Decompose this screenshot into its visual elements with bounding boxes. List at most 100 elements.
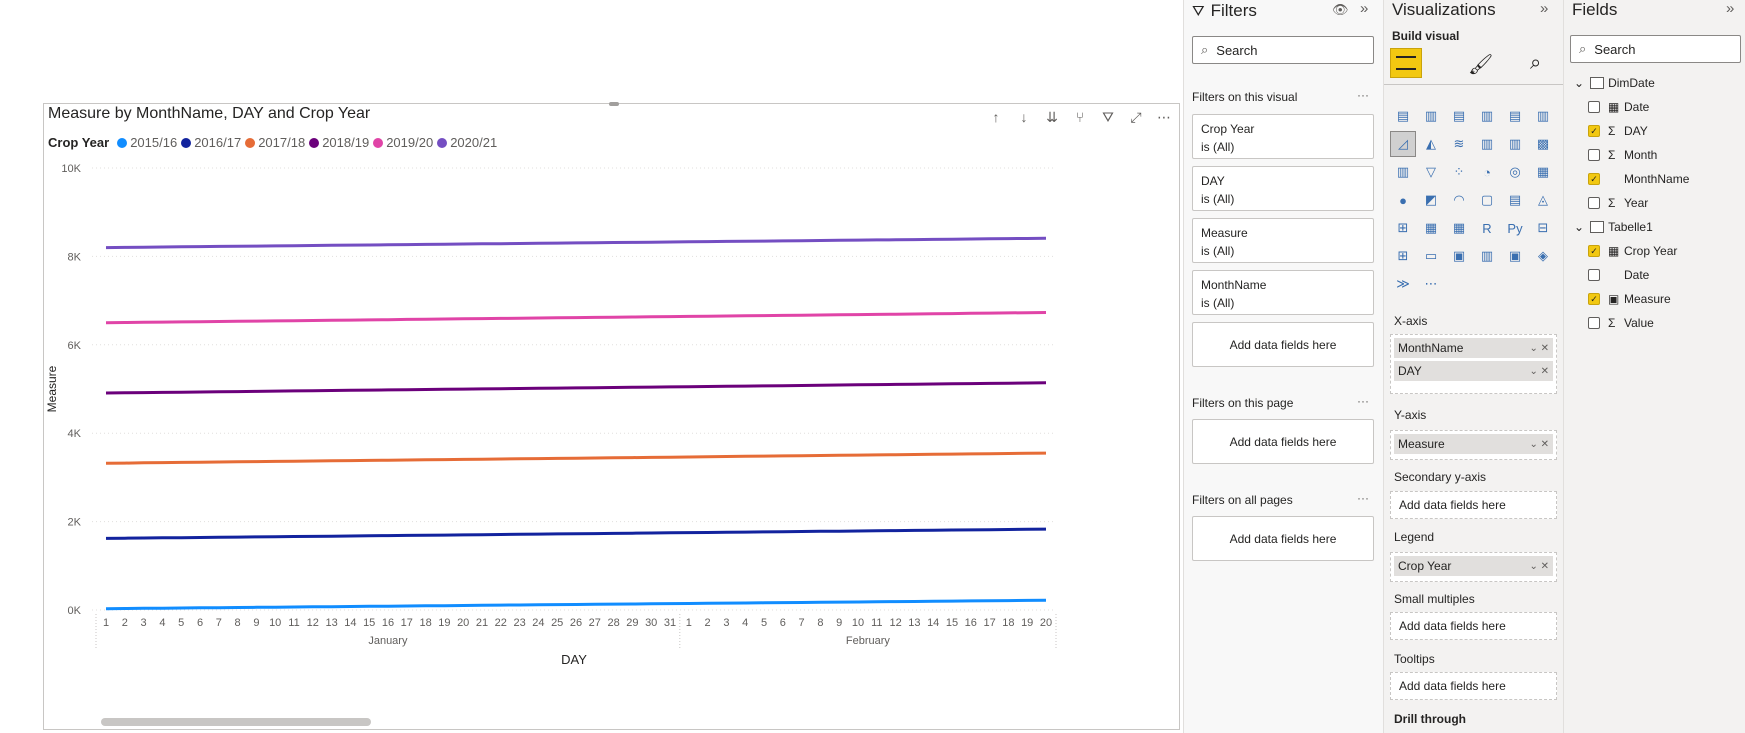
line-chart-visual[interactable]: Measure by MonthName, DAY and Crop Year … [43, 102, 1180, 730]
x-tick-label: 28 [607, 617, 619, 629]
visual-type-icon[interactable]: ▤ [1390, 103, 1416, 129]
chevron-down-icon[interactable]: ⌄ [1574, 76, 1584, 90]
field-item[interactable]: ▦ Date [1588, 98, 1649, 116]
field-item[interactable]: ✓ Σ DAY [1588, 122, 1648, 140]
format-visual-icon[interactable]: 🖌 [1468, 52, 1493, 77]
xaxis-field-day[interactable]: DAY ⌄ ✕ [1394, 361, 1553, 381]
visual-type-icon[interactable]: ▣ [1502, 243, 1528, 269]
visual-type-icon[interactable]: ⊞ [1390, 215, 1416, 241]
visual-type-icon[interactable]: ▤ [1446, 103, 1472, 129]
tooltips-well[interactable]: Add data fields here [1390, 672, 1557, 700]
visual-type-icon[interactable]: ⋯ [1418, 271, 1444, 297]
checkbox[interactable] [1588, 101, 1600, 113]
collapse-pane-icon[interactable]: » [1540, 0, 1548, 17]
visual-type-icon[interactable]: ◬ [1530, 187, 1556, 213]
x-tick-label: 19 [438, 617, 450, 629]
visual-type-icon[interactable]: ▦ [1418, 215, 1444, 241]
visual-type-icon[interactable]: ⊞ [1390, 243, 1416, 269]
x-tick-label: 9 [253, 617, 259, 629]
visual-type-icon[interactable]: ⊟ [1530, 215, 1556, 241]
visual-type-icon[interactable]: ▥ [1474, 103, 1500, 129]
checkbox[interactable] [1588, 317, 1600, 329]
more-options-icon[interactable]: ··· [1357, 491, 1369, 505]
chevron-down-close-icon[interactable]: ⌄ ✕ [1529, 343, 1549, 354]
filter-card-crop-year[interactable]: Crop Year is (All) [1192, 114, 1374, 159]
visual-type-icon[interactable]: ▤ [1502, 187, 1528, 213]
legend-well[interactable]: Crop Year ⌄ ✕ [1390, 552, 1557, 582]
visual-type-icon[interactable]: ◔ [1474, 159, 1500, 185]
xaxis-field-monthname[interactable]: MonthName ⌄ ✕ [1394, 338, 1553, 358]
visual-type-icon[interactable]: ◈ [1530, 243, 1556, 269]
yaxis-well[interactable]: Measure ⌄ ✕ [1390, 430, 1557, 460]
visual-type-icon[interactable]: ▽ [1418, 159, 1444, 185]
more-options-icon[interactable]: ··· [1357, 88, 1369, 102]
visual-type-icon[interactable]: ▣ [1446, 243, 1472, 269]
visual-type-icon[interactable]: ◠ [1446, 187, 1472, 213]
visual-type-icon[interactable]: ▥ [1502, 131, 1528, 157]
visual-type-icon[interactable]: ▥ [1418, 103, 1444, 129]
x-tick-label: 14 [927, 617, 939, 629]
visual-type-icon[interactable]: ● [1390, 187, 1416, 213]
checkbox[interactable] [1588, 197, 1600, 209]
legend-field-crop-year[interactable]: Crop Year ⌄ ✕ [1394, 556, 1553, 576]
field-item[interactable]: ✓ ▦ Crop Year [1588, 242, 1677, 260]
eye-icon[interactable]: 👁 [1332, 2, 1349, 18]
visual-type-icon[interactable]: ▥ [1390, 159, 1416, 185]
chevron-down-close-icon[interactable]: ⌄ ✕ [1529, 561, 1549, 572]
secondary-yaxis-well[interactable]: Add data fields here [1390, 491, 1557, 519]
field-item[interactable]: Σ Value [1588, 314, 1654, 332]
collapse-pane-icon[interactable]: » [1360, 0, 1368, 17]
line-chart-type-icon[interactable]: ◿ [1390, 131, 1416, 157]
field-item[interactable]: ✓ ▣ Measure [1588, 290, 1671, 308]
analytics-icon[interactable]: ⌕ [1530, 52, 1541, 75]
filter-card-measure[interactable]: Measure is (All) [1192, 218, 1374, 263]
filter-card-monthname[interactable]: MonthName is (All) [1192, 270, 1374, 315]
visual-type-icon[interactable]: ▥ [1530, 103, 1556, 129]
visual-type-icon[interactable]: Py [1502, 215, 1528, 241]
visual-type-icon[interactable]: ◭ [1418, 131, 1444, 157]
visual-type-icon[interactable]: ◩ [1418, 187, 1444, 213]
visual-type-icon[interactable]: ▩ [1530, 131, 1556, 157]
visual-type-icon[interactable]: ▤ [1502, 103, 1528, 129]
chevron-down-close-icon[interactable]: ⌄ ✕ [1529, 366, 1549, 377]
field-item[interactable]: ✓ MonthName [1588, 170, 1689, 188]
chevron-down-icon[interactable]: ⌄ [1574, 220, 1584, 234]
checkbox[interactable]: ✓ [1588, 125, 1600, 137]
more-options-icon[interactable]: ··· [1357, 394, 1369, 408]
visual-type-icon[interactable]: ▥ [1474, 243, 1500, 269]
table-node[interactable]: ⌄ Tabelle1 [1574, 218, 1653, 236]
field-item[interactable]: Σ Month [1588, 146, 1657, 164]
xaxis-well[interactable]: MonthName ⌄ ✕ DAY ⌄ ✕ [1390, 334, 1557, 394]
visual-type-icon[interactable]: ▥ [1474, 131, 1500, 157]
collapse-pane-icon[interactable]: » [1726, 0, 1734, 17]
visual-type-icon[interactable]: R [1474, 215, 1500, 241]
visual-type-icon[interactable]: ≋ [1446, 131, 1472, 157]
checkbox[interactable]: ✓ [1588, 245, 1600, 257]
visual-type-icon[interactable]: ≫ [1390, 271, 1416, 297]
build-visual-tab[interactable] [1390, 48, 1422, 78]
checkbox[interactable] [1588, 149, 1600, 161]
filter-card-day[interactable]: DAY is (All) [1192, 166, 1374, 211]
visual-type-icon[interactable]: ▦ [1446, 215, 1472, 241]
field-item[interactable]: Σ Year [1588, 194, 1648, 212]
field-item[interactable]: Date [1588, 266, 1649, 284]
table-node[interactable]: ⌄ DimDate [1574, 74, 1655, 92]
horizontal-scrollbar[interactable] [101, 718, 371, 726]
fields-search-input[interactable]: ⌕ Search [1570, 35, 1741, 63]
visual-type-icon[interactable]: ▦ [1530, 159, 1556, 185]
x-tick-label: 24 [532, 617, 544, 629]
filters-search-input[interactable]: ⌕ Search [1192, 36, 1374, 64]
visual-type-icon[interactable]: ▭ [1418, 243, 1444, 269]
add-visual-filter-drop[interactable]: Add data fields here [1192, 322, 1374, 367]
visual-type-icon[interactable]: ⁘ [1446, 159, 1472, 185]
yaxis-field-measure[interactable]: Measure ⌄ ✕ [1394, 434, 1553, 454]
small-multiples-well[interactable]: Add data fields here [1390, 612, 1557, 640]
add-page-filter-drop[interactable]: Add data fields here [1192, 419, 1374, 464]
add-all-pages-filter-drop[interactable]: Add data fields here [1192, 516, 1374, 561]
chevron-down-close-icon[interactable]: ⌄ ✕ [1529, 439, 1549, 450]
visual-type-icon[interactable]: ▢ [1474, 187, 1500, 213]
checkbox[interactable]: ✓ [1588, 173, 1600, 185]
checkbox[interactable]: ✓ [1588, 293, 1600, 305]
checkbox[interactable] [1588, 269, 1600, 281]
visual-type-icon[interactable]: ◎ [1502, 159, 1528, 185]
